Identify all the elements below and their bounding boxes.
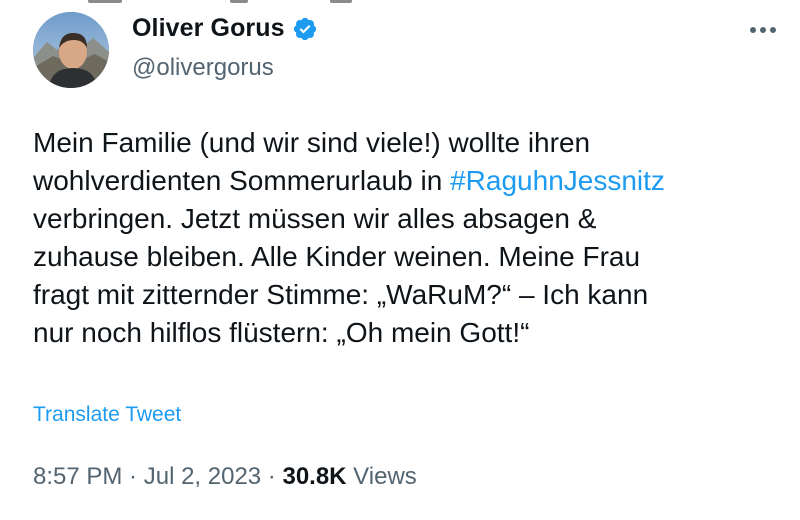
views-count[interactable]: 30.8K <box>282 463 346 491</box>
tweet-text-part: verbringen. Jetzt müssen wir alles absag… <box>33 203 649 348</box>
profile-photo <box>33 12 109 88</box>
author-name-row: Oliver Gorus <box>132 14 318 43</box>
tweet-header: Oliver Gorus @olivergorus <box>0 0 800 100</box>
translate-tweet-link[interactable]: Translate Tweet <box>33 403 181 427</box>
tweet-body: Mein Familie (und wir sind viele!) wollt… <box>33 124 793 352</box>
meta-separator: · <box>122 463 144 490</box>
meta-separator: · <box>261 463 283 490</box>
more-options-button[interactable] <box>746 20 780 40</box>
hashtag-link[interactable]: #RaguhnJessnitz <box>450 165 665 196</box>
more-options-icon <box>750 27 776 33</box>
author-display-name[interactable]: Oliver Gorus <box>132 14 285 43</box>
tweet-time[interactable]: 8:57 PM <box>33 463 122 491</box>
tweet-date[interactable]: Jul 2, 2023 <box>144 463 261 491</box>
avatar[interactable] <box>33 12 109 88</box>
verified-badge-icon <box>292 16 318 42</box>
author-handle[interactable]: @olivergorus <box>132 54 274 82</box>
tweet-meta: 8:57 PM · Jul 2, 2023 · 30.8K Views <box>33 463 417 491</box>
views-label: Views <box>346 463 417 490</box>
